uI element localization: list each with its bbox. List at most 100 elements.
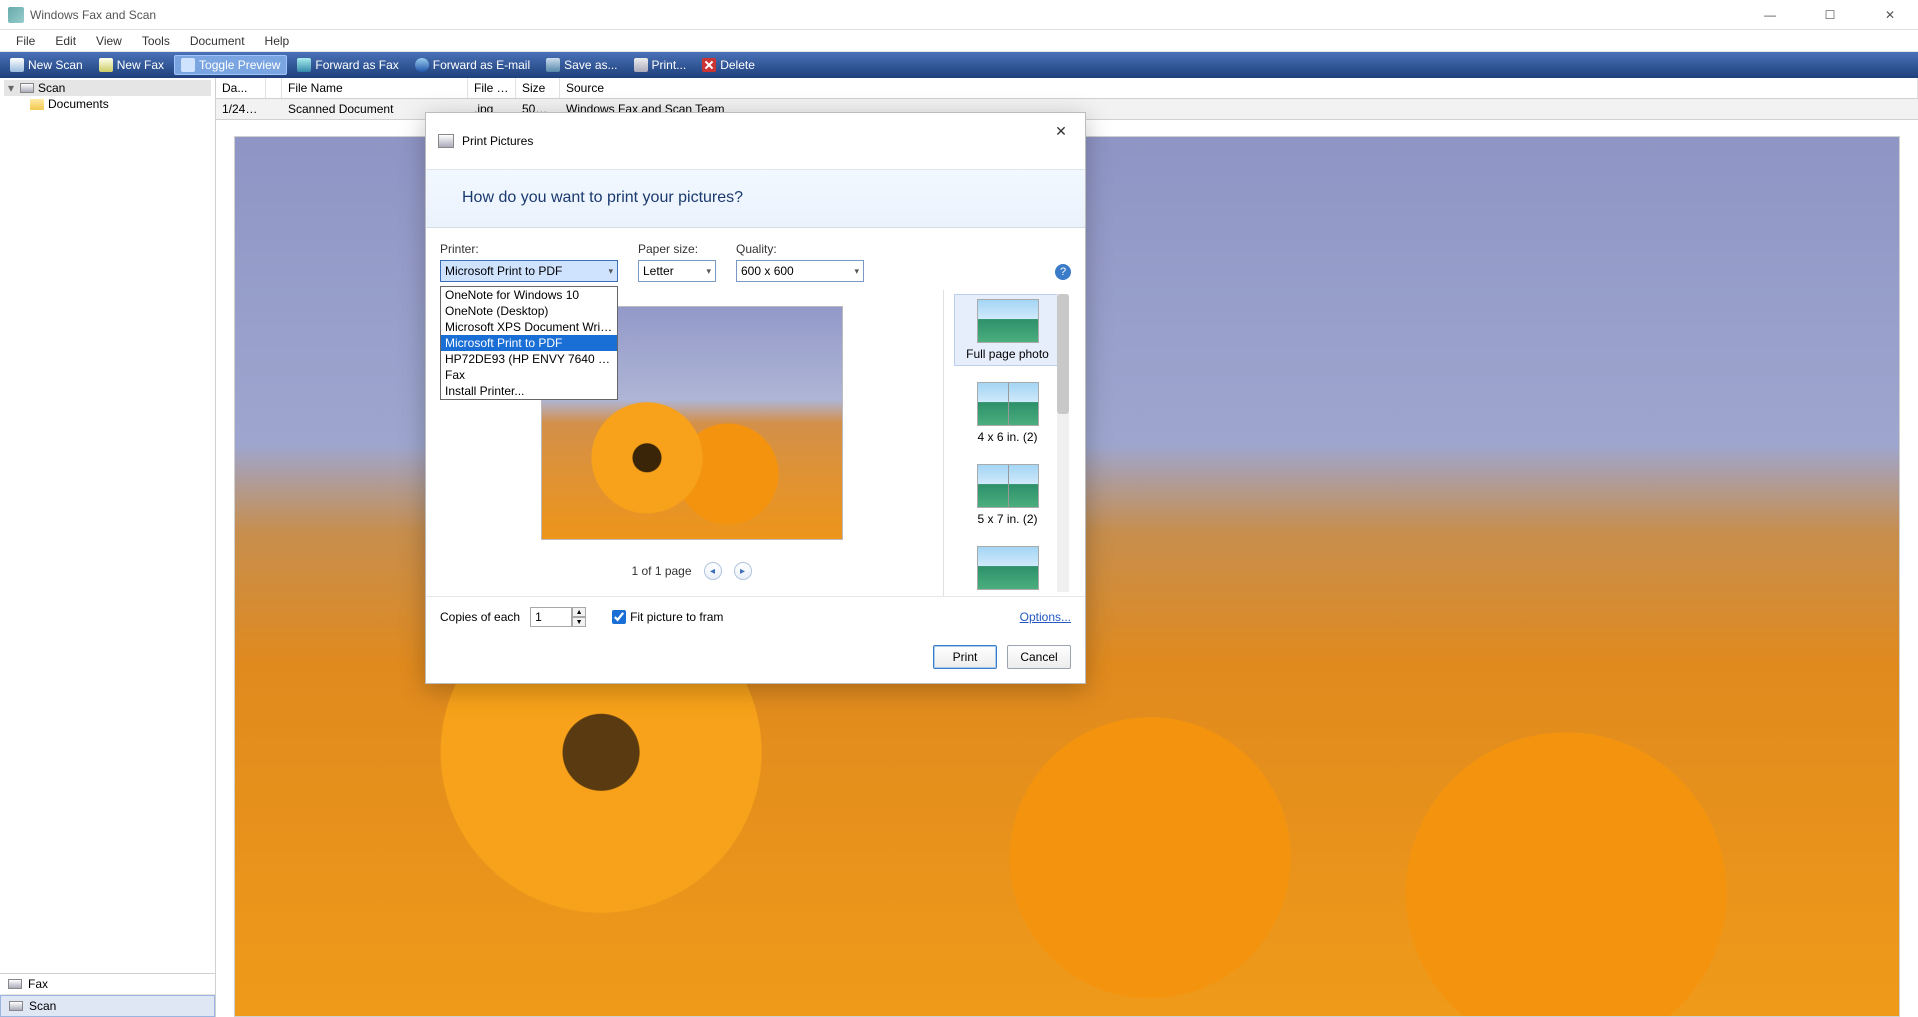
printer-option-selected[interactable]: Microsoft Print to PDF	[441, 335, 617, 351]
sidebar-scan-button[interactable]: Scan	[0, 995, 215, 1017]
layout-more[interactable]	[954, 542, 1061, 594]
collapse-icon[interactable]: ▾	[6, 81, 16, 95]
forward-icon	[297, 58, 311, 72]
printer-option[interactable]: OneNote (Desktop)	[441, 303, 617, 319]
options-link[interactable]: Options...	[1020, 610, 1071, 624]
fit-frame-input[interactable]	[612, 610, 626, 624]
copies-up-button[interactable]: ▲	[572, 607, 586, 617]
layout-label: Full page photo	[966, 347, 1049, 361]
maximize-button[interactable]: ☐	[1810, 8, 1850, 22]
col-filename[interactable]: File Name	[282, 78, 468, 98]
chevron-down-icon: ▾	[608, 266, 613, 277]
sidebar-fax-button[interactable]: Fax	[0, 974, 215, 995]
layout-5x7[interactable]: 5 x 7 in. (2)	[954, 460, 1061, 530]
minimize-button[interactable]: —	[1750, 8, 1790, 22]
layout-thumb	[977, 464, 1039, 508]
menu-document[interactable]: Document	[180, 32, 255, 50]
mail-icon	[415, 58, 429, 72]
dialog-question: How do you want to print your pictures?	[426, 169, 1085, 228]
cell-date: 1/24/2...	[216, 99, 266, 119]
new-scan-button[interactable]: New Scan	[4, 56, 89, 74]
dialog-body: Printer: Microsoft Print to PDF ▾ Paper …	[426, 228, 1085, 596]
printer-label: Printer:	[440, 242, 618, 256]
dialog-header: Print Pictures ✕	[426, 113, 1085, 169]
paper-selected: Letter	[643, 264, 674, 278]
delete-icon	[702, 58, 716, 72]
col-filetype[interactable]: File T...	[468, 78, 516, 98]
paper-size-label: Paper size:	[638, 242, 716, 256]
printer-option[interactable]: Install Printer...	[441, 383, 617, 399]
layout-label: 4 x 6 in. (2)	[977, 430, 1037, 444]
menu-edit[interactable]: Edit	[45, 32, 86, 50]
fax-icon	[99, 58, 113, 72]
window-title: Windows Fax and Scan	[30, 8, 156, 22]
col-attachment[interactable]	[266, 78, 282, 98]
layout-thumb	[977, 299, 1039, 343]
close-button[interactable]: ✕	[1870, 8, 1910, 22]
scanner-icon	[9, 1001, 23, 1011]
menu-help[interactable]: Help	[255, 32, 300, 50]
printer-icon	[634, 58, 648, 72]
layout-scrollbar[interactable]	[1057, 294, 1069, 592]
tree-label: Documents	[48, 97, 109, 111]
help-icon[interactable]: ?	[1055, 264, 1071, 280]
copies-spinner[interactable]: ▲ ▼	[530, 607, 586, 627]
printer-option[interactable]: Microsoft XPS Document Writer	[441, 319, 617, 335]
col-size[interactable]: Size	[516, 78, 560, 98]
print-pictures-dialog: Print Pictures ✕ How do you want to prin…	[425, 112, 1086, 684]
page-next-button[interactable]: ▸	[734, 562, 752, 580]
folder-icon	[30, 99, 44, 110]
fit-frame-label: Fit picture to fram	[630, 610, 723, 624]
menu-tools[interactable]: Tools	[132, 32, 180, 50]
menu-view[interactable]: View	[86, 32, 132, 50]
dialog-close-button[interactable]: ✕	[1045, 119, 1077, 143]
save-icon	[546, 58, 560, 72]
dialog-title: Print Pictures	[462, 134, 533, 148]
page-prev-button[interactable]: ◂	[704, 562, 722, 580]
tree-node-scan[interactable]: ▾ Scan	[4, 80, 211, 96]
printer-option[interactable]: HP72DE93 (HP ENVY 7640 series)	[441, 351, 617, 367]
quality-selected: 600 x 600	[741, 264, 794, 278]
chevron-down-icon: ▾	[706, 266, 711, 277]
delete-button[interactable]: Delete	[696, 56, 761, 74]
toggle-preview-button[interactable]: Toggle Preview	[174, 55, 287, 75]
menu-file[interactable]: File	[6, 32, 45, 50]
printer-dropdown[interactable]: Microsoft Print to PDF ▾	[440, 260, 618, 282]
printer-icon	[438, 134, 454, 148]
layout-list: Full page photo 4 x 6 in. (2) 5 x 7 in. …	[943, 290, 1071, 596]
copies-label: Copies of each	[440, 610, 520, 624]
copies-down-button[interactable]: ▼	[572, 617, 586, 627]
scanner-icon	[20, 83, 34, 93]
app-icon	[8, 7, 24, 23]
pager-text: 1 of 1 page	[631, 564, 691, 578]
chevron-down-icon: ▾	[854, 266, 859, 277]
quality-dropdown[interactable]: 600 x 600 ▾	[736, 260, 864, 282]
layout-4x6[interactable]: 4 x 6 in. (2)	[954, 378, 1061, 448]
printer-option[interactable]: OneNote for Windows 10	[441, 287, 617, 303]
paper-size-dropdown[interactable]: Letter ▾	[638, 260, 716, 282]
titlebar: Windows Fax and Scan — ☐ ✕	[0, 0, 1918, 30]
layout-thumb	[977, 546, 1039, 590]
toolbar: New Scan New Fax Toggle Preview Forward …	[0, 52, 1918, 78]
tree-node-documents[interactable]: Documents	[28, 96, 211, 112]
tree-label: Scan	[38, 81, 65, 95]
forward-email-button[interactable]: Forward as E-mail	[409, 56, 536, 74]
fit-frame-checkbox[interactable]: Fit picture to fram	[612, 610, 723, 624]
cell-attachment	[266, 99, 282, 119]
print-button[interactable]: Print...	[628, 56, 693, 74]
layout-full-page[interactable]: Full page photo	[954, 294, 1061, 366]
dialog-options-row: Copies of each ▲ ▼ Fit picture to fram O…	[426, 596, 1085, 637]
sidebar: ▾ Scan Documents Fax Scan	[0, 78, 216, 1017]
copies-input[interactable]	[530, 607, 572, 627]
print-confirm-button[interactable]: Print	[933, 645, 997, 669]
cancel-button[interactable]: Cancel	[1007, 645, 1071, 669]
col-source[interactable]: Source	[560, 78, 1918, 98]
sidebar-bottom: Fax Scan	[0, 973, 215, 1017]
new-fax-button[interactable]: New Fax	[93, 56, 170, 74]
forward-fax-button[interactable]: Forward as Fax	[291, 56, 404, 74]
save-as-button[interactable]: Save as...	[540, 56, 623, 74]
printer-option[interactable]: Fax	[441, 367, 617, 383]
layout-thumb	[977, 382, 1039, 426]
col-date[interactable]: Da...	[216, 78, 266, 98]
scrollbar-thumb[interactable]	[1057, 294, 1069, 414]
